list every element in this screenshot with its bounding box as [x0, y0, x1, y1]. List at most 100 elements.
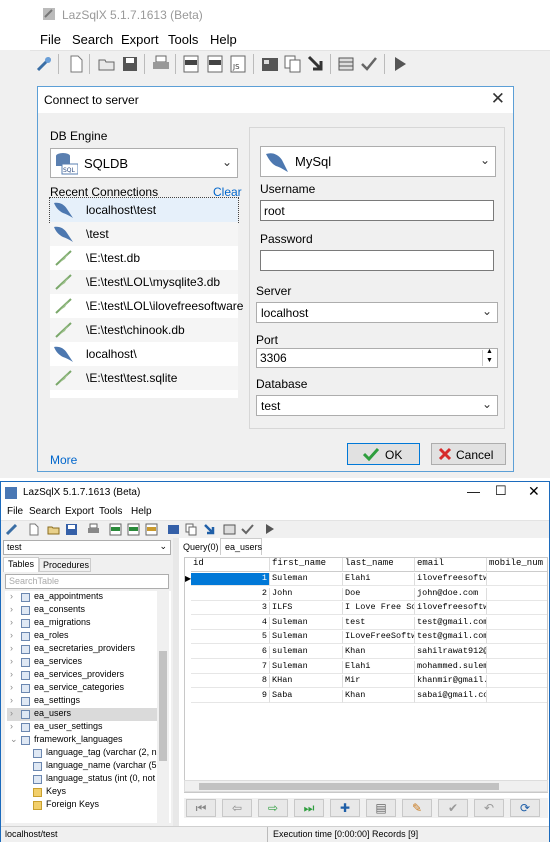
database-select[interactable]: test ⌄ [256, 395, 498, 416]
scrollbar-thumb[interactable] [159, 651, 167, 761]
grid-cell[interactable]: Saba [270, 689, 343, 703]
grid-cell[interactable]: test@gmail.com [415, 631, 487, 645]
tab-procedures[interactable]: Procedures [39, 558, 91, 572]
new-file-icon[interactable] [67, 55, 85, 73]
tree-expander-icon[interactable]: › [10, 630, 13, 640]
recent-connection-item[interactable]: \E:\test\chinook.db [50, 318, 238, 342]
username-field[interactable]: root [260, 200, 494, 221]
menu-search[interactable]: Search [29, 506, 61, 517]
grid-cell[interactable]: 9 [191, 689, 270, 703]
tree-item-table[interactable]: › ea_consents [7, 604, 159, 617]
grid-cell[interactable]: ILFS [270, 602, 343, 616]
grid-cell[interactable]: 8 [191, 675, 270, 689]
export-sql-icon[interactable] [182, 55, 200, 73]
menu-search[interactable]: Search [72, 32, 113, 47]
copy-icon[interactable] [185, 523, 198, 536]
print-icon[interactable] [152, 55, 170, 73]
tree-expander-icon[interactable]: › [10, 617, 13, 627]
first-record-icon[interactable]: ⏮ [186, 799, 216, 817]
tree-item-table[interactable]: › ea_users [7, 708, 159, 721]
splitter[interactable] [173, 538, 179, 826]
menu-export[interactable]: Export [121, 32, 159, 47]
grid-cell[interactable]: John [270, 587, 343, 601]
grid-icon[interactable] [223, 523, 236, 536]
column-header[interactable]: email [415, 558, 487, 572]
menu-tools[interactable]: Tools [99, 506, 122, 517]
tree-expander-icon[interactable]: › [10, 604, 13, 614]
menu-tools[interactable]: Tools [168, 32, 198, 47]
recent-connection-item[interactable]: \E:\test\LOL\mysqlite3.db [50, 270, 238, 294]
grid-cell[interactable] [487, 631, 547, 645]
grid-cell[interactable]: Doe [343, 587, 415, 601]
last-record-icon[interactable]: ⏭ [294, 799, 324, 817]
tab-ea-users[interactable]: ea_users [220, 538, 262, 555]
export-xml-icon[interactable] [127, 523, 140, 536]
tree-item-table[interactable]: › ea_service_categories [7, 682, 159, 695]
port-spinner[interactable]: 3306 ▲ ▼ [256, 348, 498, 368]
tree-item-table[interactable]: › ea_settings [7, 695, 159, 708]
grid-cell[interactable]: 7 [191, 660, 270, 674]
import-arrow-icon[interactable] [203, 523, 216, 536]
print-icon[interactable] [87, 523, 100, 536]
grid-cell[interactable]: suleman [270, 646, 343, 659]
recent-connection-item[interactable]: \E:\test.db [50, 246, 238, 270]
grid-cell[interactable]: ILoveFreeSoftw [343, 631, 415, 645]
tree-item-folder[interactable]: Foreign Keys [7, 799, 159, 812]
copy-icon[interactable] [284, 55, 302, 73]
tree-item-table[interactable]: › ea_migrations [7, 617, 159, 630]
grid-cell[interactable] [487, 602, 547, 616]
maximize-icon[interactable]: ☐ [495, 483, 507, 499]
recent-connection-item[interactable]: localhost\ [50, 342, 238, 366]
tab-query[interactable]: Query(0) [181, 540, 219, 555]
save-icon[interactable] [65, 523, 78, 536]
tree-expander-icon[interactable]: ⌄ [10, 734, 18, 745]
grid-cell[interactable]: test@gmail.com [415, 616, 487, 630]
commit-check-icon[interactable] [241, 523, 254, 536]
connect-icon[interactable] [35, 55, 53, 73]
grid-cell[interactable]: Suleman [270, 616, 343, 630]
grid-cell[interactable]: Suleman [270, 573, 343, 586]
grid-cell[interactable]: mohammed.sulem [415, 660, 487, 674]
database-select[interactable]: test ⌄ [3, 540, 171, 555]
database-icon[interactable] [167, 523, 180, 536]
grid-cell[interactable]: 2 [191, 587, 270, 601]
grid-cell[interactable]: ilovefreesoftw [415, 602, 487, 616]
grid-cell[interactable]: 6 [191, 646, 270, 659]
cancel-edit-icon[interactable]: ↶ [474, 799, 504, 817]
provider-select[interactable]: MySql ⌄ [260, 146, 496, 177]
grid-cell[interactable]: Suleman [270, 631, 343, 645]
tree-expander-icon[interactable]: › [10, 591, 13, 601]
grid-cell[interactable]: Suleman [270, 660, 343, 674]
cancel-button[interactable]: Cancel [431, 443, 506, 465]
grid-cell[interactable]: ilovefreesoftw [415, 573, 487, 586]
minimize-icon[interactable]: — [467, 484, 480, 499]
menu-file[interactable]: File [7, 506, 23, 517]
tree-item-table[interactable]: › ea_appointments [7, 591, 159, 604]
server-select[interactable]: localhost ⌄ [256, 302, 498, 323]
close-icon[interactable]: ✕ [528, 483, 540, 500]
menu-help[interactable]: Help [131, 506, 152, 517]
import-arrow-icon[interactable] [307, 55, 325, 73]
open-folder-icon[interactable] [98, 55, 116, 73]
grid-cell[interactable]: john@doe.com [415, 587, 487, 601]
grid-cell[interactable]: Mir [343, 675, 415, 689]
menu-help[interactable]: Help [210, 32, 237, 47]
grid-cell[interactable]: sahilrawat912@ [415, 646, 487, 659]
menu-export[interactable]: Export [65, 506, 94, 517]
insert-record-icon[interactable]: ✚ [330, 799, 360, 817]
open-folder-icon[interactable] [47, 523, 60, 536]
grid-cell[interactable] [487, 617, 547, 630]
tree-expander-icon[interactable]: › [10, 682, 13, 692]
grid-cell[interactable]: Khan [343, 689, 415, 703]
commit-check-icon[interactable] [360, 55, 378, 73]
export-json-icon[interactable]: JS [229, 55, 247, 73]
tree-item-column[interactable]: language_tag (varchar (2, not [7, 747, 159, 760]
connect-icon[interactable] [5, 523, 18, 536]
recent-connection-item[interactable]: \test [50, 222, 238, 246]
grid-cell[interactable] [487, 573, 547, 586]
column-header[interactable]: first_name [270, 558, 343, 572]
clear-link[interactable]: Clear [213, 185, 242, 199]
new-file-icon[interactable] [27, 523, 40, 536]
db-engine-select[interactable]: SQL SQLDB ⌄ [50, 148, 238, 178]
export-xml-icon[interactable] [206, 55, 224, 73]
